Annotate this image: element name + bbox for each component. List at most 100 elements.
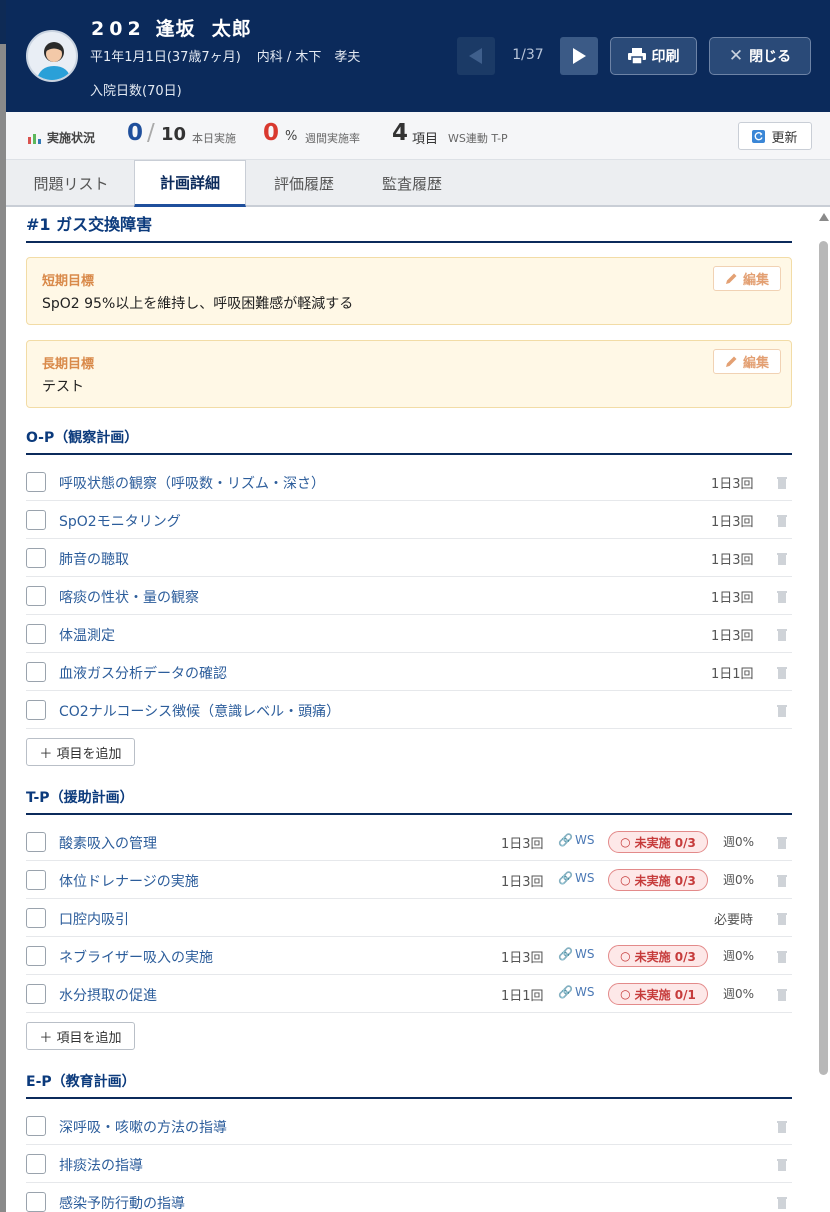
item-checkbox[interactable] [26, 472, 46, 492]
item-name[interactable]: 血液ガス分析データの確認 [59, 663, 227, 683]
item-frequency: 1日1回 [501, 989, 544, 1004]
done-count: 0 [127, 120, 144, 146]
item-name[interactable]: 肺音の聴取 [59, 549, 129, 569]
tab-plan-detail[interactable]: 計画詳細 [134, 160, 246, 207]
birth-date: 平1年1月1日(37歳7ヶ月) [90, 50, 241, 65]
item-checkbox[interactable] [26, 870, 46, 890]
item-checkbox[interactable] [26, 1116, 46, 1136]
trash-icon[interactable] [776, 1120, 788, 1134]
trash-icon[interactable] [776, 704, 788, 718]
badge-text: 未実施 0/3 [634, 835, 696, 850]
item-name[interactable]: 酸素吸入の管理 [59, 833, 157, 853]
ws-link-tag: 🔗 WS [558, 985, 594, 999]
problem-title-rule [26, 241, 792, 243]
add-op-item-button[interactable]: ＋ 項目を追加 [26, 738, 135, 766]
refresh-button[interactable]: 更新 [738, 122, 812, 150]
trash-icon[interactable] [776, 552, 788, 566]
item-checkbox[interactable] [26, 832, 46, 852]
trash-icon[interactable] [776, 1196, 788, 1210]
trash-icon[interactable] [776, 836, 788, 850]
trash-icon[interactable] [776, 912, 788, 926]
item-name[interactable]: 体温測定 [59, 625, 115, 645]
item-frequency: 必要時 [714, 913, 754, 928]
item-frequency: 1日3回 [711, 629, 754, 644]
item-checkbox[interactable] [26, 946, 46, 966]
scrollbar-thumb[interactable] [819, 241, 828, 1075]
trash-icon[interactable] [776, 950, 788, 964]
scroll-up-arrow-icon[interactable] [819, 213, 829, 221]
week-rate: 週0% [723, 835, 755, 849]
rate-unit: % [285, 129, 298, 144]
ws-label: WS [574, 947, 595, 961]
op-item: 呼吸状態の観察（呼吸数・リズム・深さ） 1日3回 [26, 463, 792, 501]
items-unit: 項目 [412, 132, 439, 147]
item-frequency: 1日3回 [711, 553, 754, 568]
short-term-goal-text: SpO2 95%以上を維持し、呼吸困難感が軽減する [42, 296, 354, 312]
tp-item: 口腔内吸引 必要時 [26, 899, 792, 937]
prev-patient-button[interactable] [457, 37, 495, 75]
item-name[interactable]: 深呼吸・咳嗽の方法の指導 [59, 1117, 227, 1137]
item-name[interactable]: SpO2モニタリング [59, 511, 181, 531]
item-name[interactable]: 排痰法の指導 [59, 1155, 143, 1175]
item-checkbox[interactable] [26, 984, 46, 1004]
item-frequency: 1日3回 [501, 951, 544, 966]
trash-icon[interactable] [776, 628, 788, 642]
item-checkbox[interactable] [26, 908, 46, 928]
trash-icon[interactable] [776, 514, 788, 528]
ep-section-title: E-P（教育計画） [26, 1074, 136, 1090]
item-name[interactable]: ネブライザー吸入の実施 [59, 947, 213, 967]
item-checkbox[interactable] [26, 624, 46, 644]
tab-audit-history[interactable]: 監査履歴 [362, 160, 462, 206]
status-badge: ○ 未実施 0/3 [608, 869, 708, 891]
ws-label: WS [574, 833, 595, 847]
rate-label: 週間実施率 [305, 132, 360, 145]
trash-icon[interactable] [776, 988, 788, 1002]
close-button[interactable]: ✕ 閉じる [709, 37, 811, 75]
tab-problem-list[interactable]: 問題リスト [14, 160, 128, 206]
circle-icon: ○ [620, 873, 631, 887]
op-item: 喀痰の性状・量の観察 1日3回 [26, 577, 792, 615]
long-term-goal-label: 長期目標 [42, 357, 95, 372]
item-name[interactable]: 口腔内吸引 [59, 909, 129, 929]
trash-icon[interactable] [776, 666, 788, 680]
trash-icon[interactable] [776, 590, 788, 604]
edit-short-goal-button[interactable]: 編集 [713, 266, 781, 291]
item-checkbox[interactable] [26, 548, 46, 568]
item-checkbox[interactable] [26, 1154, 46, 1174]
add-tp-item-button[interactable]: ＋ 項目を追加 [26, 1022, 135, 1050]
tp-section-rule [26, 813, 792, 815]
vertical-scrollbar[interactable] [816, 207, 830, 1212]
item-frequency: 1日3回 [501, 837, 544, 852]
item-name[interactable]: 水分摂取の促進 [59, 985, 157, 1005]
problem-title: #1 ガス交換障害 [26, 215, 153, 234]
tab-evaluation-history[interactable]: 評価履歴 [254, 160, 354, 206]
item-name[interactable]: 喀痰の性状・量の観察 [59, 587, 199, 607]
ep-item: 排痰法の指導 [26, 1145, 792, 1183]
op-item: SpO2モニタリング 1日3回 [26, 501, 792, 539]
item-name[interactable]: 呼吸状態の観察（呼吸数・リズム・深さ） [59, 473, 325, 493]
item-frequency: 1日3回 [501, 875, 544, 890]
item-checkbox[interactable] [26, 662, 46, 682]
week-rate: 週0% [723, 987, 755, 1001]
tp-item: 水分摂取の促進 1日1回 🔗 WS ○ 未実施 0/1 週0% [26, 975, 792, 1013]
next-patient-button[interactable] [560, 37, 598, 75]
pencil-icon [725, 273, 737, 284]
item-checkbox[interactable] [26, 510, 46, 530]
user-avatar-icon [26, 30, 78, 82]
item-name[interactable]: 体位ドレナージの実施 [59, 871, 199, 891]
trash-icon[interactable] [776, 476, 788, 490]
item-name[interactable]: CO2ナルコーシス徴候（意識レベル・頭痛） [59, 701, 340, 721]
item-checkbox[interactable] [26, 586, 46, 606]
item-checkbox[interactable] [26, 700, 46, 720]
print-button[interactable]: 印刷 [610, 37, 697, 75]
item-checkbox[interactable] [26, 1192, 46, 1212]
ws-items-label: WS連動 T-P [448, 132, 508, 145]
status-bar: 実施状況 0 / 10 本日実施 0 % 週間実施率 4 項目 WS連動 T-P… [6, 112, 830, 160]
item-name[interactable]: 感染予防行動の指導 [59, 1193, 185, 1212]
long-term-goal-text: テスト [42, 379, 84, 395]
trash-icon[interactable] [776, 874, 788, 888]
room-number: 202 [91, 18, 146, 40]
trash-icon[interactable] [776, 1158, 788, 1172]
edit-long-goal-button[interactable]: 編集 [713, 349, 781, 374]
x-icon: ✕ [728, 46, 744, 66]
